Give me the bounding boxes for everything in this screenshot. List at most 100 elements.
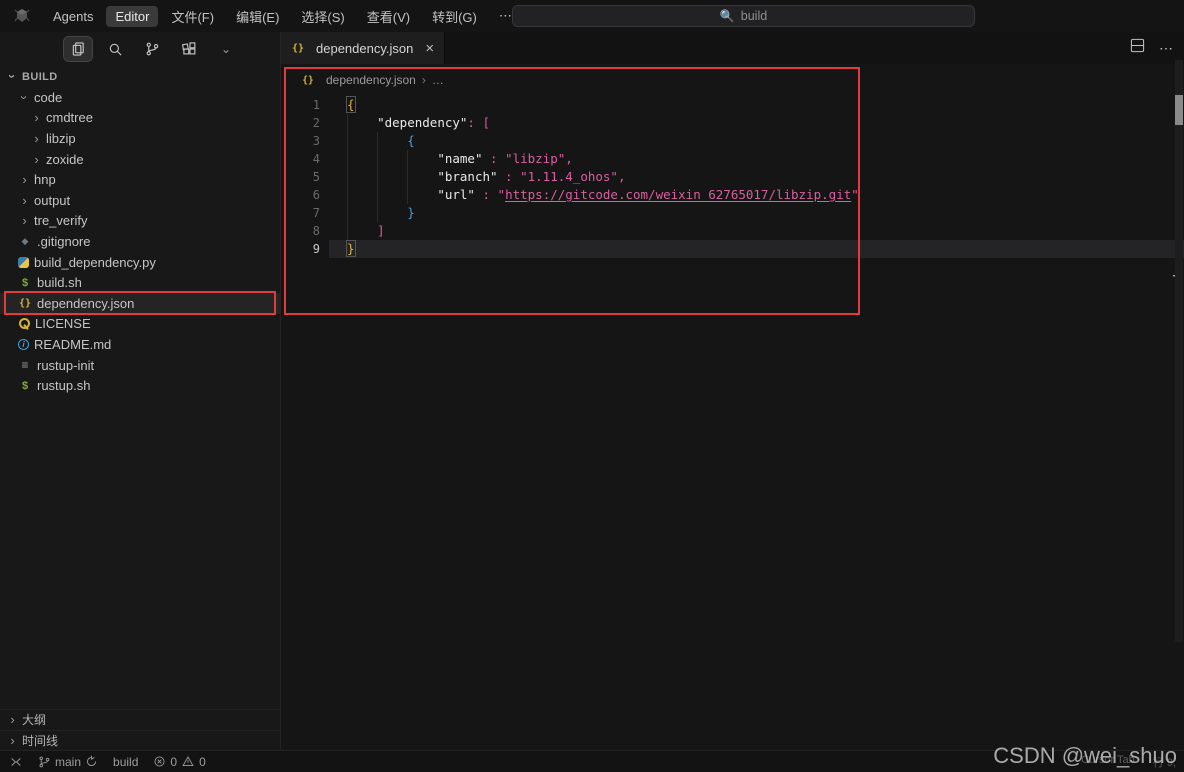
- menu-g[interactable]: 转到(G): [423, 4, 486, 29]
- breadcrumb-separator: ›: [422, 73, 426, 87]
- outline-section[interactable]: › 大纲: [0, 709, 280, 730]
- cursor-tab-status[interactable]: Cursor Tab: [1081, 754, 1135, 770]
- code-line-3[interactable]: 3 {: [281, 132, 1184, 150]
- editor-actions: ⋯: [1130, 32, 1174, 64]
- tree-item-label: hnp: [34, 172, 56, 187]
- tree-item-dependency.json[interactable]: {}dependency.json: [0, 293, 280, 314]
- explorer-root-folder[interactable]: › BUILD: [0, 66, 280, 87]
- close-tab-icon[interactable]: ×: [425, 40, 434, 57]
- text-icon: ≡: [18, 358, 32, 372]
- remote-indicator[interactable]: [9, 755, 23, 769]
- warning-icon: [181, 755, 195, 768]
- tree-item-tre-verify[interactable]: ›tre_verify: [0, 211, 280, 232]
- code-line-2[interactable]: 2 "dependency": [: [281, 114, 1184, 132]
- code-line-8[interactable]: 8 ]: [281, 222, 1184, 240]
- chevron-icon: ›: [6, 712, 19, 727]
- extensions-icon[interactable]: [175, 37, 203, 61]
- code-line-9[interactable]: 9}: [281, 240, 1184, 258]
- tree-item-cmdtree[interactable]: ›cmdtree: [0, 108, 280, 129]
- tree-item-readme.md[interactable]: iREADME.md: [0, 334, 280, 355]
- breadcrumb[interactable]: {} dependency.json › …: [281, 64, 1184, 96]
- tree-item-label: build.sh: [37, 275, 82, 290]
- tree-item-label: LICENSE: [35, 316, 91, 331]
- tree-item-label: build_dependency.py: [34, 255, 156, 270]
- search-value: build: [741, 9, 767, 23]
- tree-item-output[interactable]: ›output: [0, 190, 280, 211]
- code-editor[interactable]: 1{2 "dependency": [3 {4 "name" : "libzip…: [281, 96, 1184, 750]
- line-number: 1: [281, 96, 320, 114]
- editor-scrollbar-thumb[interactable]: [1175, 95, 1183, 125]
- line-number: 6: [281, 186, 320, 204]
- tree-item-build.sh[interactable]: $ build.sh: [0, 272, 280, 293]
- code-text: "name" : "libzip",: [347, 150, 573, 168]
- line-col-status[interactable]: 行 9,: [1153, 754, 1176, 770]
- tree-item-label: cmdtree: [46, 110, 93, 125]
- tree-item-build-dependency.py[interactable]: build_dependency.py: [0, 252, 280, 273]
- search-panel-icon[interactable]: [101, 37, 129, 61]
- code-line-5[interactable]: 5 "branch" : "1.11.4_ohos",: [281, 168, 1184, 186]
- tree-item-code[interactable]: ›code: [0, 87, 280, 108]
- source-control-icon[interactable]: [138, 37, 166, 61]
- python-icon: [18, 257, 29, 268]
- code-line-7[interactable]: 7 }: [281, 204, 1184, 222]
- line-number: 3: [281, 132, 320, 150]
- explorer-icon[interactable]: [64, 37, 92, 61]
- code-lines: 1{2 "dependency": [3 {4 "name" : "libzip…: [281, 96, 1184, 258]
- more-actions-icon[interactable]: ⋯: [1159, 40, 1174, 57]
- timeline-section[interactable]: › 时间线: [0, 730, 280, 751]
- outline-label: 大纲: [22, 711, 46, 728]
- breadcrumb-file[interactable]: dependency.json: [326, 73, 416, 87]
- tree-item-label: tre_verify: [34, 213, 87, 228]
- tree-item-label: rustup.sh: [37, 378, 90, 393]
- menu-s[interactable]: 选择(S): [292, 4, 353, 29]
- tree-item-license[interactable]: LICENSE: [0, 314, 280, 335]
- tree-item-rustup.sh[interactable]: $ rustup.sh: [0, 375, 280, 396]
- gitignore-icon: ◆: [18, 234, 32, 248]
- search-icon: 🔍: [720, 9, 735, 23]
- error-icon: [153, 755, 166, 768]
- breadcrumb-tail[interactable]: …: [432, 73, 444, 87]
- tree-item-libzip[interactable]: ›libzip: [0, 128, 280, 149]
- views-chevron-icon[interactable]: ⌄: [212, 37, 240, 61]
- shell-icon: $: [18, 276, 32, 290]
- editor-scrollbar-track[interactable]: [1175, 60, 1183, 642]
- tree-item-hnp[interactable]: ›hnp: [0, 169, 280, 190]
- sidebar: ⌄ › BUILD ›code›cmdtree›libzip›zoxide›hn…: [0, 32, 281, 750]
- problems-status[interactable]: 0 0: [153, 755, 205, 769]
- error-count: 0: [170, 755, 177, 769]
- tree-item-.gitignore[interactable]: ◆.gitignore: [0, 231, 280, 252]
- info-icon: i: [18, 339, 29, 350]
- line-number: 8: [281, 222, 320, 240]
- code-line-4[interactable]: 4 "name" : "libzip",: [281, 150, 1184, 168]
- chevron-icon: ›: [30, 152, 43, 167]
- tree-item-zoxide[interactable]: ›zoxide: [0, 149, 280, 170]
- tab-label: dependency.json: [316, 41, 413, 56]
- title-bar: AgentsEditor文件(F)编辑(E)选择(S)查看(V)转到(G)⋯ ←…: [0, 0, 1184, 32]
- code-text: {: [347, 96, 355, 114]
- editor-area: {} dependency.json × ⋯ {} dependency.jso…: [281, 32, 1184, 750]
- root-folder-label: BUILD: [22, 71, 58, 83]
- tab-dependency-json[interactable]: {} dependency.json ×: [281, 32, 445, 64]
- menu-e[interactable]: 编辑(E): [227, 4, 288, 29]
- chevron-icon: ›: [30, 131, 43, 146]
- chevron-icon: ›: [6, 733, 19, 748]
- tree-item-label: zoxide: [46, 152, 84, 167]
- code-text: {: [347, 132, 415, 150]
- split-editor-icon[interactable]: [1130, 38, 1145, 58]
- json-icon: {}: [18, 296, 32, 310]
- chevron-icon: ›: [18, 213, 31, 228]
- chevron-icon: ›: [30, 110, 43, 125]
- status-bar: main build 0 0 Cursor Tab 行 9,: [0, 750, 1184, 772]
- tree-item-rustup-init[interactable]: ≡ rustup-init: [0, 355, 280, 376]
- menu-agents[interactable]: Agents: [44, 6, 102, 27]
- menu-v[interactable]: 查看(V): [358, 4, 419, 29]
- menu-f[interactable]: 文件(F): [162, 4, 223, 29]
- build-task-status[interactable]: build: [113, 755, 138, 769]
- code-line-1[interactable]: 1{: [281, 96, 1184, 114]
- menu-editor[interactable]: Editor: [106, 6, 158, 27]
- git-branch-status[interactable]: main: [38, 755, 98, 769]
- tree-item-label: rustup-init: [37, 358, 94, 373]
- command-search-box[interactable]: 🔍 build: [512, 5, 975, 27]
- code-line-6[interactable]: 6 "url" : "https://gitcode.com/weixin_62…: [281, 186, 1184, 204]
- shell-icon: $: [18, 379, 32, 393]
